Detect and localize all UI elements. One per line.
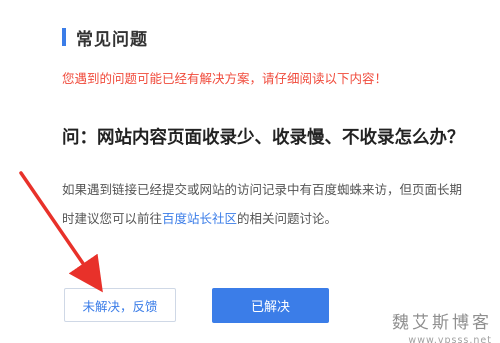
watermark-url: www.vpsss.net (408, 335, 492, 343)
baidu-webmaster-community-link[interactable]: 百度站长社区 (162, 211, 237, 226)
watermark-name: 魏艾斯博客 (392, 313, 492, 333)
unsolved-feedback-button[interactable]: 未解决，反馈 (64, 288, 176, 322)
title-accent-bar (62, 28, 66, 46)
notice-text: 您遇到的问题可能已经有解决方案，请仔细阅读以下内容！ (62, 71, 388, 86)
answer-line-2: 时建议您可以前往百度站长社区的相关问题讨论。 (62, 204, 500, 233)
watermark: 魏艾斯博客 www.vpsss.net (392, 308, 492, 343)
faq-page: 常见问题 您遇到的问题可能已经有解决方案，请仔细阅读以下内容！ 问：网站内容页面… (0, 0, 500, 343)
answer-line-1: 如果遇到链接已经提交或网站的访问记录中有百度蜘蛛来访，但页面长期 (62, 182, 463, 197)
question-title: 问：网站内容页面收录少、收录慢、不收录怎么办？ (62, 128, 465, 148)
solved-button[interactable]: 已解决 (212, 288, 329, 323)
section-title: 常见问题 (76, 29, 148, 50)
answer-text: 如果遇到链接已经提交或网站的访问记录中有百度蜘蛛来访，但页面长期 时建议您可以前… (62, 175, 500, 233)
answer-line-2-suffix: 的相关问题讨论。 (237, 211, 338, 226)
answer-line-2-prefix: 时建议您可以前往 (62, 211, 163, 226)
section-header: 常见问题 (62, 26, 148, 50)
